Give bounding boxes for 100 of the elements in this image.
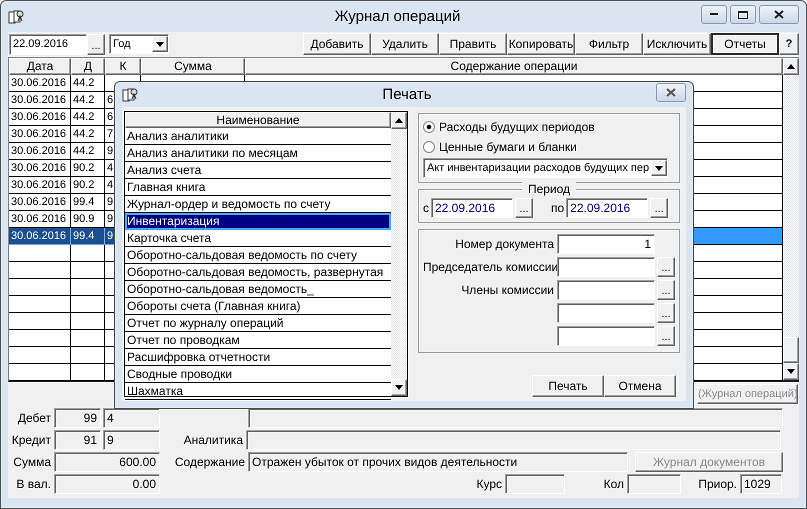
analytics-field[interactable] (246, 430, 781, 450)
dialog-button[interactable]: Печать (532, 375, 604, 397)
table-cell (9, 279, 71, 296)
minimize-icon (710, 13, 718, 16)
credit-sub-field[interactable]: 9 (103, 430, 160, 450)
scroll-down-icon (787, 369, 795, 374)
toolbar-button[interactable]: Удалить (371, 33, 439, 55)
maximize-icon (738, 10, 748, 18)
radio-button[interactable] (423, 121, 435, 133)
analytics-label: Аналитика (182, 433, 244, 447)
scrollbar[interactable] (391, 112, 407, 396)
quantity-label: Кол (602, 477, 625, 491)
toolbar-button[interactable]: Добавить (303, 33, 371, 55)
toolbar-button[interactable]: Отчеты (711, 33, 779, 55)
list-item[interactable]: Анализ аналитики (125, 128, 391, 145)
list-item[interactable]: Обороты счета (Главная книга) (125, 298, 391, 315)
browse-button[interactable]: ... (515, 198, 533, 218)
input-field[interactable] (557, 257, 655, 277)
from-date-field[interactable]: 22.09.2016 (431, 198, 513, 218)
list-item[interactable]: Отчет по проводкам (125, 332, 391, 349)
toolbar-button[interactable]: Копировать (507, 33, 575, 55)
close-button[interactable] (759, 5, 799, 24)
close-icon (774, 10, 784, 19)
column-header[interactable]: Дата (9, 58, 71, 75)
form-select[interactable]: Акт инвентаризации расходов будущих пер (423, 158, 668, 178)
column-header[interactable]: Д (71, 58, 105, 75)
table-cell (9, 330, 71, 347)
scroll-down-icon (395, 385, 403, 390)
toolbar-button[interactable]: Исключить (643, 33, 711, 55)
rate-label: Курс (475, 477, 503, 491)
debit-sub-field[interactable]: 4 (103, 408, 160, 428)
toolbar-button[interactable]: Править (439, 33, 507, 55)
list-item[interactable]: Главная книга (125, 179, 391, 196)
list-item[interactable]: Инвентаризация (125, 213, 391, 230)
table-cell (9, 245, 71, 262)
help-button[interactable]: ? (779, 33, 799, 55)
scroll-up-icon (787, 64, 795, 69)
input-field[interactable] (557, 280, 655, 300)
table-cell: 30.06.2016 (9, 109, 71, 126)
table-cell: 99.4 (71, 194, 105, 211)
browse-button[interactable]: ... (657, 326, 675, 346)
scroll-thumb[interactable] (783, 337, 799, 363)
period-select[interactable]: Год (109, 34, 169, 54)
table-cell (9, 313, 71, 330)
window-title: Журнал операций (334, 8, 462, 25)
scrollbar[interactable] (783, 58, 799, 380)
list-item[interactable]: Шахматка (125, 383, 391, 400)
input-field[interactable] (248, 408, 783, 428)
table-cell: 30.06.2016 (9, 160, 71, 177)
date-field[interactable]: 22.09.2016 (9, 34, 87, 54)
table-cell: 30.06.2016 (9, 228, 71, 245)
radio-button[interactable] (423, 141, 435, 153)
list-item[interactable]: Расшифровка отчетности (125, 349, 391, 366)
browse-button[interactable]: ... (650, 198, 668, 218)
browse-button[interactable]: ... (87, 34, 105, 54)
column-header[interactable]: Наименование (125, 112, 391, 128)
close-button[interactable] (656, 83, 686, 102)
credit-account-field[interactable]: 91 (54, 430, 101, 450)
app-icon (8, 8, 24, 24)
sum-field[interactable]: 600.00 (54, 452, 160, 472)
content-field[interactable]: Отражен убыток от прочих видов деятельности (248, 452, 628, 472)
currency-label: В вал. (15, 477, 52, 491)
table-cell: 90.2 (71, 160, 105, 177)
column-header[interactable]: К (105, 58, 141, 75)
column-header[interactable]: Содержание операции (245, 58, 783, 75)
list-item[interactable]: Анализ счета (125, 162, 391, 179)
input-field[interactable] (557, 303, 655, 323)
browse-button[interactable]: ... (657, 280, 675, 300)
period-legend: Период (522, 182, 576, 196)
to-date-field[interactable]: 22.09.2016 (566, 198, 648, 218)
priority-field[interactable]: 1029 (740, 474, 782, 494)
input-field[interactable] (557, 326, 655, 346)
dialog-button[interactable]: Отмена (604, 375, 676, 397)
debit-account-field[interactable]: 99 (54, 408, 101, 428)
toolbar-button[interactable]: Фильтр (575, 33, 643, 55)
maximize-button[interactable] (730, 5, 756, 24)
table-cell: 44.2 (71, 75, 105, 92)
input-field[interactable]: 1 (557, 234, 655, 254)
table-cell: 30.06.2016 (9, 177, 71, 194)
list-item[interactable]: Сводные проводки (125, 366, 391, 383)
list-item[interactable]: Отчет по журналу операций (125, 315, 391, 332)
priority-label: Приор. (697, 477, 738, 491)
browse-button[interactable]: ... (657, 303, 675, 323)
close-icon (666, 88, 676, 97)
app-icon (122, 86, 138, 102)
column-header[interactable]: Сумма (141, 58, 245, 75)
list-item[interactable]: Карточка счета (125, 230, 391, 247)
radio-label: Расходы будущих периодов (439, 120, 595, 134)
minimize-button[interactable] (701, 5, 727, 24)
browse-button[interactable]: ... (657, 257, 675, 277)
list-item[interactable]: Оборотно-сальдовая ведомость по счету (125, 247, 391, 264)
table-cell (9, 262, 71, 279)
quantity-field[interactable] (627, 474, 681, 494)
list-item[interactable]: Анализ аналитики по месяцам (125, 145, 391, 162)
table-cell: 30.06.2016 (9, 92, 71, 109)
table-cell (9, 347, 71, 364)
list-item[interactable]: Оборотно-сальдовая ведомость, развернутая (125, 264, 391, 281)
list-item[interactable]: Оборотно-сальдовая ведомость_ (125, 281, 391, 298)
rate-field[interactable] (505, 474, 565, 494)
currency-field[interactable]: 0.00 (54, 474, 160, 494)
